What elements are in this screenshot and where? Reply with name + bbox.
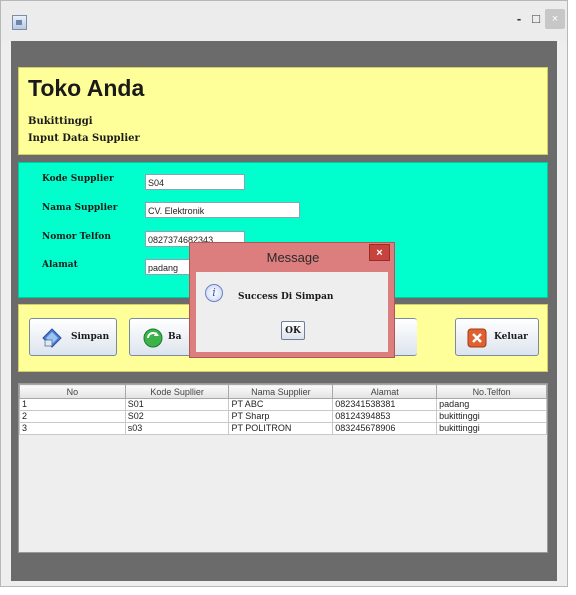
java-app-icon	[12, 15, 27, 30]
refresh-icon	[143, 328, 163, 348]
table-cell[interactable]: s03	[124, 422, 230, 435]
table-cell[interactable]: padang	[436, 398, 547, 411]
table-cell[interactable]: S01	[124, 398, 230, 411]
table-cell[interactable]: 082341538381	[332, 398, 438, 411]
table-cell[interactable]: 1	[19, 398, 126, 411]
header-panel: Toko Anda Bukittinggi Input Data Supplie…	[18, 67, 548, 155]
table-row[interactable]: 3 s03 PT POLITRON 083245678906 bukitting…	[19, 422, 547, 435]
nama-supplier-label: Nama Supplier	[42, 203, 118, 213]
dialog-title: Message	[266, 250, 320, 265]
table-cell[interactable]: PT ABC	[228, 398, 334, 411]
table-cell[interactable]: 3	[19, 422, 126, 435]
alamat-label: Alamat	[42, 260, 78, 270]
simpan-button[interactable]: Simpan	[29, 318, 117, 356]
batal-label: Ba	[168, 332, 182, 342]
title-bar: - □ ×	[1, 1, 567, 41]
table-cell[interactable]: 083245678906	[332, 422, 438, 435]
ok-button[interactable]: OK	[281, 321, 305, 340]
table-cell[interactable]: 08124394853	[332, 410, 438, 423]
column-header-nama[interactable]: Nama Supplier	[228, 384, 334, 399]
column-header-alamat[interactable]: Alamat	[332, 384, 438, 399]
nama-supplier-field[interactable]: CV. Elektronik	[145, 202, 300, 218]
nomor-telfon-label: Nomor Telfon	[42, 232, 111, 242]
kode-supplier-label: Kode Supplier	[42, 174, 114, 184]
table-row[interactable]: 2 S02 PT Sharp 08124394853 bukittinggi	[19, 410, 547, 423]
store-title: Toko Anda	[28, 75, 145, 101]
table-header-row: No Kode Supllier Nama Supplier Alamat No…	[19, 384, 547, 399]
store-city: Bukittinggi	[28, 116, 93, 127]
table-cell[interactable]: PT POLITRON	[228, 422, 334, 435]
kode-supplier-field[interactable]: S04	[145, 174, 245, 190]
save-icon	[42, 328, 62, 348]
supplier-table-area: No Kode Supllier Nama Supplier Alamat No…	[18, 383, 548, 553]
column-header-no[interactable]: No	[19, 384, 126, 399]
table-cell[interactable]: bukittinggi	[436, 410, 547, 423]
column-header-kode[interactable]: Kode Supllier	[124, 384, 230, 399]
info-icon: i	[205, 284, 223, 302]
keluar-label: Keluar	[494, 332, 528, 342]
page-subtitle: Input Data Supplier	[28, 133, 140, 144]
keluar-button[interactable]: Keluar	[455, 318, 539, 356]
dialog-body: i Success Di Simpan OK	[196, 272, 388, 352]
table-cell[interactable]: 2	[19, 410, 126, 423]
table-cell[interactable]: PT Sharp	[228, 410, 334, 423]
table-row[interactable]: 1 S01 PT ABC 082341538381 padang	[19, 398, 547, 411]
table-cell[interactable]: bukittinggi	[436, 422, 547, 435]
dialog-close-button[interactable]: ×	[369, 244, 390, 261]
supplier-table: No Kode Supllier Nama Supplier Alamat No…	[19, 384, 547, 435]
simpan-label: Simpan	[71, 332, 110, 342]
minimize-button[interactable]: -	[511, 9, 527, 29]
message-dialog: Message × i Success Di Simpan OK	[189, 242, 395, 358]
close-icon	[467, 328, 487, 348]
table-cell[interactable]: S02	[124, 410, 230, 423]
column-header-telfon[interactable]: No.Telfon	[436, 384, 547, 399]
close-window-button[interactable]: ×	[545, 9, 565, 29]
dialog-message: Success Di Simpan	[238, 292, 334, 302]
maximize-button[interactable]: □	[528, 9, 544, 29]
